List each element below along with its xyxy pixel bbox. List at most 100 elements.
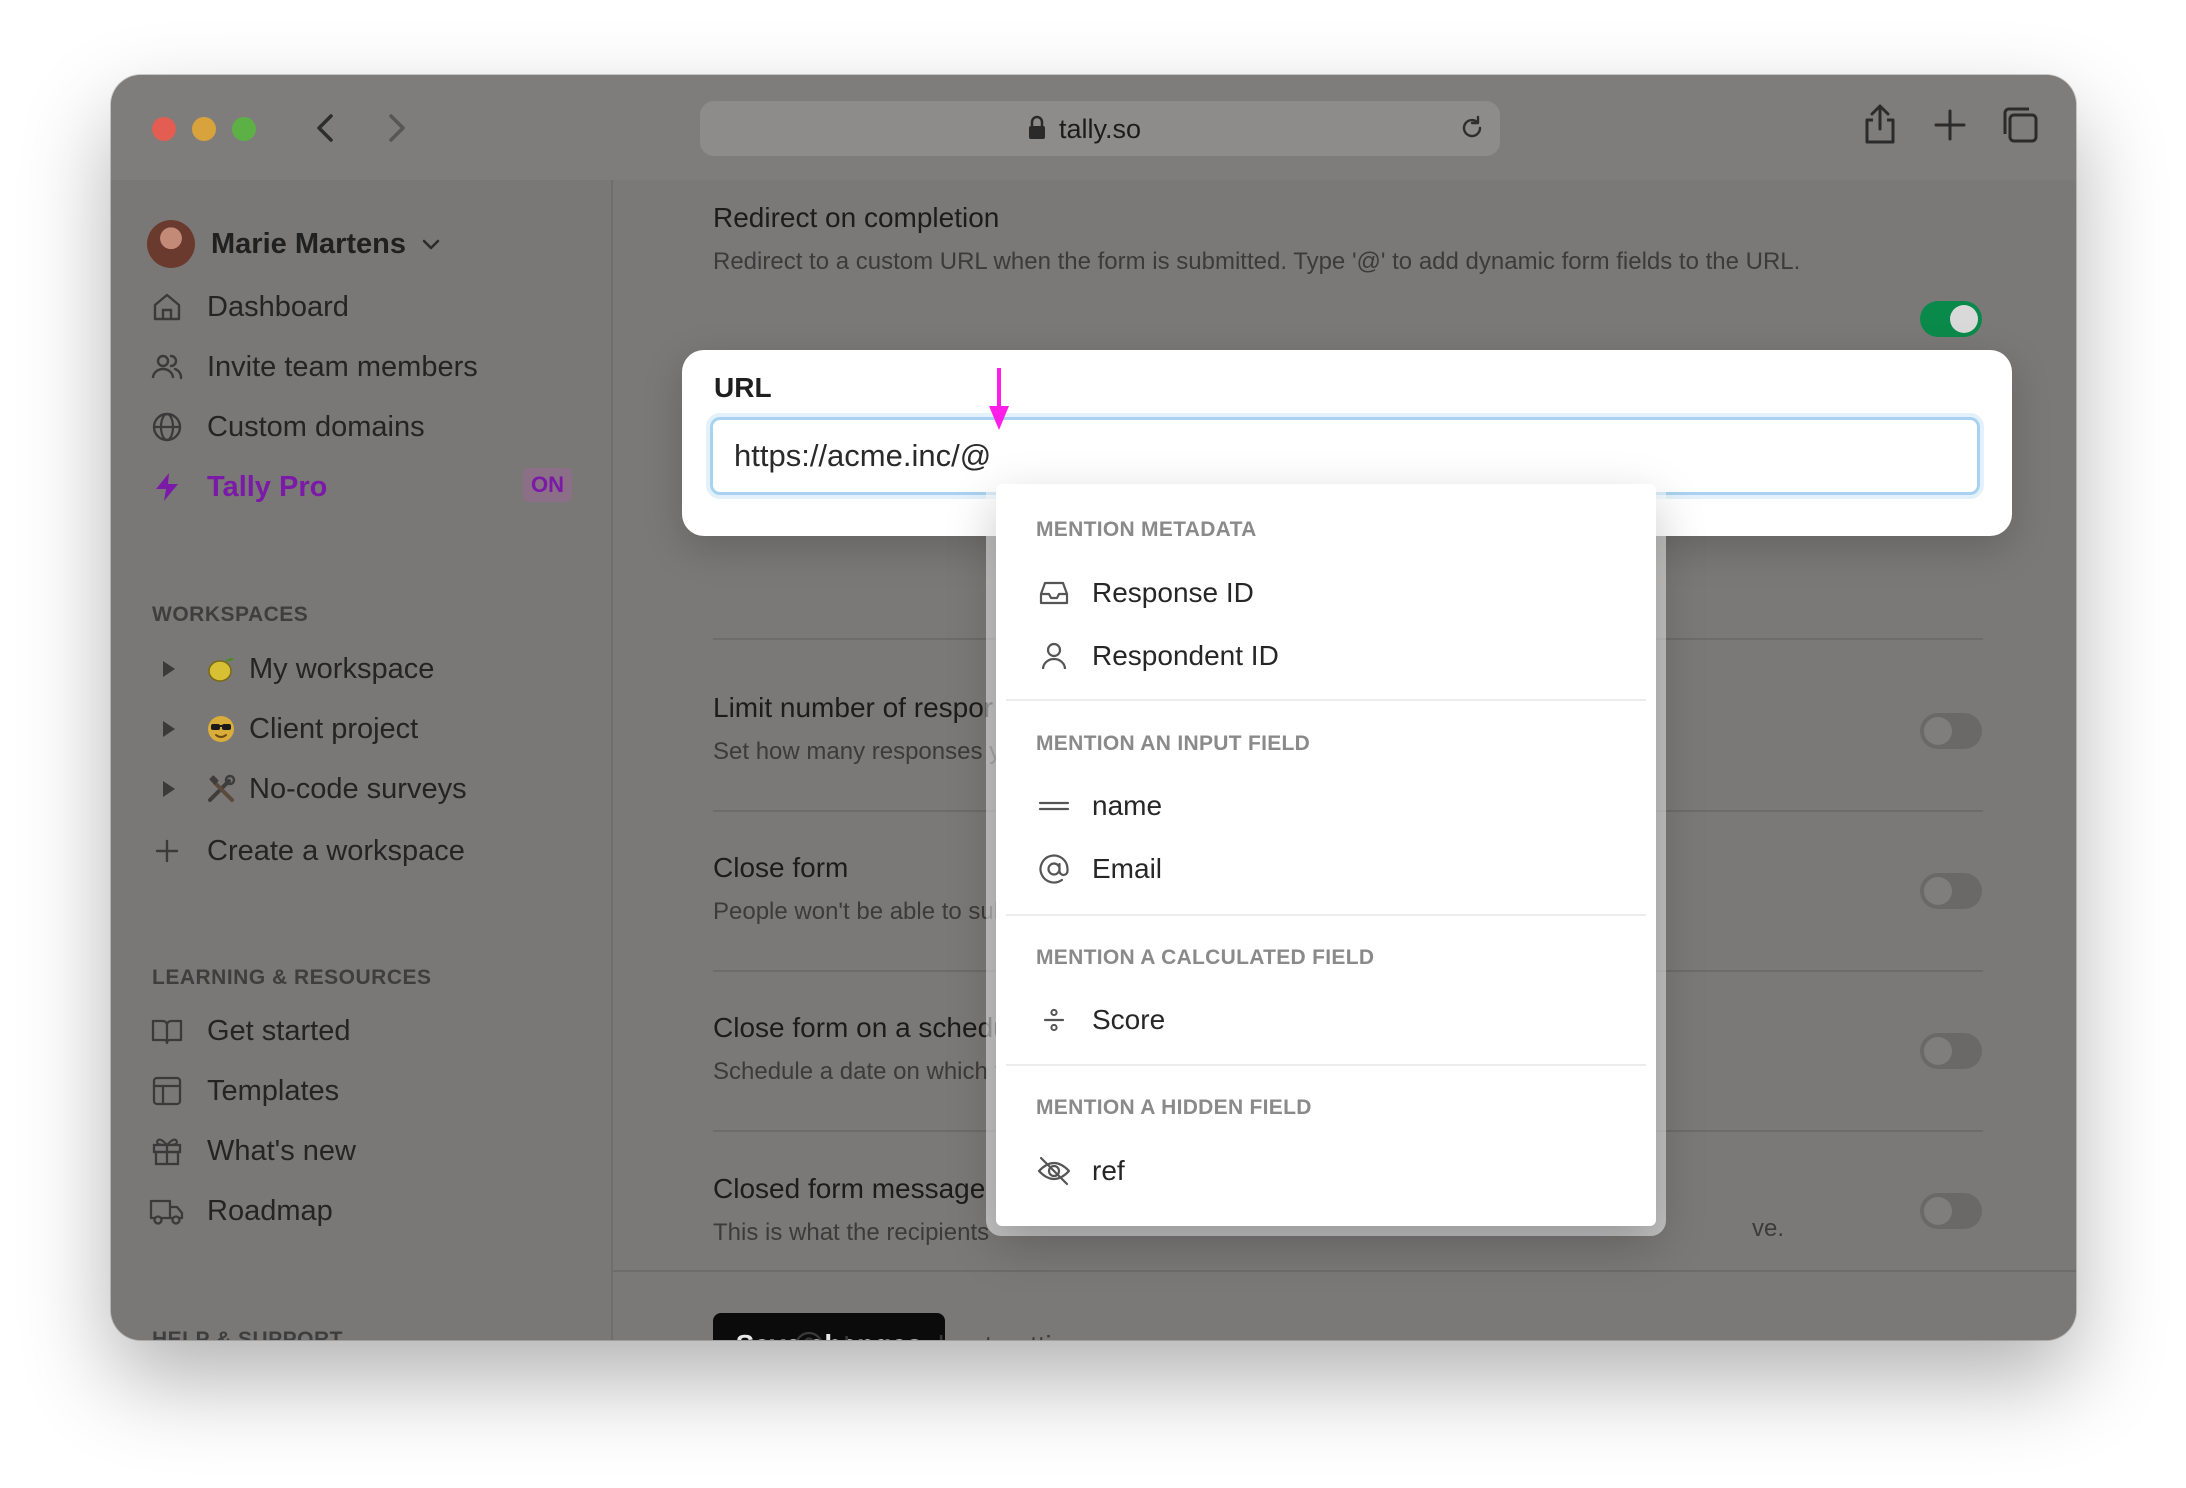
sidebar-item-get-started[interactable]: Get started xyxy=(149,1007,350,1055)
pointer-arrow-icon xyxy=(986,368,1012,432)
mention-option-label: Score xyxy=(1092,1004,1166,1035)
at-sign-icon xyxy=(1036,851,1072,887)
avatar xyxy=(147,220,195,268)
layout-icon xyxy=(149,1073,185,1109)
back-button[interactable] xyxy=(306,108,346,148)
plus-icon xyxy=(149,833,185,869)
close-form-toggle[interactable] xyxy=(1920,873,1982,909)
truck-icon xyxy=(149,1193,185,1229)
workspace-item[interactable]: Client project xyxy=(155,706,418,752)
learn-settings-label: Learn about settings xyxy=(843,1330,1097,1340)
learn-settings-link[interactable]: Learn about settings xyxy=(793,1326,1097,1340)
tools-icon xyxy=(203,771,239,807)
share-icon[interactable] xyxy=(1856,101,1904,149)
sidebar-item-templates[interactable]: Templates xyxy=(149,1067,339,1115)
chevron-down-icon xyxy=(420,233,442,255)
address-text: tally.so xyxy=(1058,114,1142,144)
user-name: Marie Martens xyxy=(211,227,407,260)
chevron-left-icon xyxy=(317,114,333,142)
toggle-knob xyxy=(1924,717,1952,745)
workspace-label: Client project xyxy=(249,712,419,745)
workspace-label: No-code surveys xyxy=(249,772,467,805)
tab-overview-icon[interactable] xyxy=(1996,101,2044,149)
mention-option-label: Respondent ID xyxy=(1092,640,1279,671)
title-bar: tally.so xyxy=(111,75,2076,182)
mention-section-heading: MENTION AN INPUT FIELD xyxy=(1036,732,1311,755)
toggle-knob xyxy=(1950,305,1978,333)
mention-option-ref[interactable]: ref xyxy=(1036,1149,1125,1193)
sidebar-item-label: Invite team members xyxy=(207,350,478,383)
sidebar-item-tally-pro[interactable]: Tally Pro xyxy=(149,463,327,511)
short-text-icon xyxy=(1036,788,1072,824)
user-menu[interactable]: Marie Martens xyxy=(147,218,442,270)
sidebar: Marie Martens Dashboard Invite team memb… xyxy=(111,180,613,1340)
sidebar-item-whats-new[interactable]: What's new xyxy=(149,1127,356,1175)
setting-description: Redirect to a custom URL when the form i… xyxy=(713,248,1801,275)
caret-right-icon[interactable] xyxy=(155,660,183,678)
create-workspace-button[interactable]: Create a workspace xyxy=(149,827,465,875)
menu-divider xyxy=(1006,914,1646,916)
inbox-icon xyxy=(1036,575,1072,611)
mention-section-heading: MENTION METADATA xyxy=(1036,518,1257,541)
forward-button[interactable] xyxy=(376,108,416,148)
divide-icon xyxy=(1036,1002,1072,1038)
menu-divider xyxy=(1006,699,1646,701)
reload-icon[interactable] xyxy=(1458,114,1486,142)
minimize-window-button[interactable] xyxy=(192,117,216,141)
zoom-window-button[interactable] xyxy=(232,117,256,141)
caret-right-icon[interactable] xyxy=(155,720,183,738)
sidebar-item-custom-domains[interactable]: Custom domains xyxy=(149,403,425,451)
chevron-right-icon xyxy=(389,114,405,142)
globe-icon xyxy=(149,409,185,445)
workspace-item[interactable]: No-code surveys xyxy=(155,766,467,812)
close-schedule-toggle[interactable] xyxy=(1920,1033,1982,1069)
redirect-setting: Redirect on completion Redirect to a cus… xyxy=(713,202,1983,276)
sidebar-item-label: Custom domains xyxy=(207,410,425,443)
mention-option-label: Email xyxy=(1092,853,1163,884)
workspaces-heading: WORKSPACES xyxy=(152,603,309,626)
mention-option-email[interactable]: Email xyxy=(1036,847,1162,891)
close-window-button[interactable] xyxy=(152,117,176,141)
gift-icon xyxy=(149,1133,185,1169)
sidebar-item-label: Tally Pro xyxy=(207,470,328,503)
new-tab-icon[interactable] xyxy=(1926,101,1974,149)
url-label: URL xyxy=(714,372,772,403)
redirect-toggle[interactable] xyxy=(1920,301,1982,337)
mention-option-label: Response ID xyxy=(1092,577,1254,608)
setting-description-tail: ve. xyxy=(1752,1215,1785,1242)
toggle-knob xyxy=(1924,1037,1952,1065)
mention-option-response-id[interactable]: Response ID xyxy=(1036,571,1254,615)
limit-responses-toggle[interactable] xyxy=(1920,713,1982,749)
mention-option-name[interactable]: name xyxy=(1036,784,1162,828)
workspace-label: My workspace xyxy=(249,652,435,685)
caret-right-icon[interactable] xyxy=(155,780,183,798)
sidebar-item-label: Roadmap xyxy=(207,1194,333,1227)
lemon-icon xyxy=(203,651,239,687)
book-icon xyxy=(149,1013,185,1049)
sunglasses-face-icon xyxy=(203,711,239,747)
mention-section-heading: MENTION A CALCULATED FIELD xyxy=(1036,946,1375,969)
users-icon xyxy=(149,349,185,385)
mention-section-heading: MENTION A HIDDEN FIELD xyxy=(1036,1096,1312,1119)
sidebar-item-dashboard[interactable]: Dashboard xyxy=(149,283,349,331)
address-bar[interactable]: tally.so xyxy=(700,101,1500,156)
learning-heading: LEARNING & RESOURCES xyxy=(152,966,432,989)
setting-title: Redirect on completion xyxy=(713,202,1000,233)
home-icon xyxy=(149,289,185,325)
menu-divider xyxy=(1006,1064,1646,1066)
sidebar-item-label: Templates xyxy=(207,1074,340,1107)
sidebar-item-label: Get started xyxy=(207,1014,351,1047)
mention-option-respondent-id[interactable]: Respondent ID xyxy=(1036,634,1279,678)
sidebar-item-roadmap[interactable]: Roadmap xyxy=(149,1187,333,1235)
sidebar-item-label: Dashboard xyxy=(207,290,349,323)
closed-message-toggle[interactable] xyxy=(1920,1193,1982,1229)
mention-menu: MENTION METADATA Response ID Respondent … xyxy=(996,484,1656,1226)
sidebar-item-label: What's new xyxy=(207,1134,356,1167)
sidebar-item-invite[interactable]: Invite team members xyxy=(149,343,478,391)
workspace-item[interactable]: My workspace xyxy=(155,646,434,692)
lightning-icon xyxy=(149,469,185,505)
mention-option-label: name xyxy=(1092,790,1163,821)
person-icon xyxy=(1036,638,1072,674)
mention-option-score[interactable]: Score xyxy=(1036,998,1165,1042)
mention-option-label: ref xyxy=(1092,1155,1125,1186)
